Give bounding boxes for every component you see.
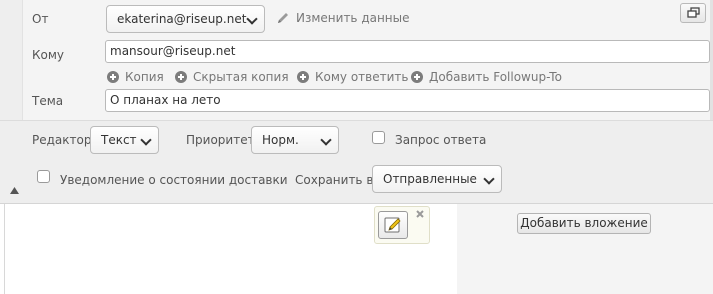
delivery-status-checkbox[interactable] bbox=[37, 170, 50, 183]
to-label: Кому bbox=[32, 48, 65, 62]
collapse-options-icon[interactable] bbox=[10, 183, 19, 194]
edit-identity-link[interactable]: Изменить данные bbox=[296, 11, 410, 25]
to-field[interactable]: mansour@riseup.net bbox=[105, 40, 710, 63]
return-receipt-label: Запрос ответа bbox=[395, 133, 487, 147]
save-sent-folder-value: Отправленные bbox=[383, 172, 477, 186]
priority-value: Норм. bbox=[262, 133, 299, 147]
priority-label: Приоритет bbox=[186, 133, 255, 147]
spellcheck-button[interactable] bbox=[378, 211, 408, 239]
add-followupto-link[interactable]: Добавить Followup-To bbox=[429, 70, 562, 84]
add-bcc-icon[interactable] bbox=[175, 71, 187, 83]
popout-window-button[interactable] bbox=[680, 3, 706, 23]
delivery-status-label: Уведомление о состоянии доставки bbox=[60, 173, 288, 187]
add-replyto-link[interactable]: Кому ответить bbox=[315, 70, 408, 84]
editor-label: Редактор bbox=[32, 133, 92, 147]
close-icon[interactable] bbox=[415, 208, 425, 218]
chevron-down-icon bbox=[246, 13, 258, 25]
from-identity-value: ekaterina@riseup.net bbox=[117, 12, 247, 26]
subject-label: Тема bbox=[32, 94, 64, 108]
subject-field[interactable]: О планах на лето bbox=[105, 89, 710, 112]
subject-field-value: О планах на лето bbox=[110, 93, 221, 107]
add-replyto-icon[interactable] bbox=[297, 71, 309, 83]
priority-select[interactable]: Норм. bbox=[251, 126, 339, 154]
save-sent-folder-select[interactable]: Отправленные bbox=[372, 165, 502, 193]
editor-toolbar-popup bbox=[374, 206, 430, 244]
add-attachment-button[interactable]: Добавить вложение bbox=[517, 213, 651, 234]
chevron-down-icon bbox=[483, 173, 495, 185]
add-cc-link[interactable]: Копия bbox=[125, 70, 164, 84]
chevron-down-icon bbox=[140, 134, 152, 146]
to-field-value: mansour@riseup.net bbox=[110, 44, 236, 58]
from-label: От bbox=[32, 12, 49, 26]
notepad-pencil-icon bbox=[384, 216, 402, 234]
add-followupto-icon[interactable] bbox=[411, 71, 423, 83]
chevron-down-icon bbox=[320, 134, 332, 146]
add-cc-icon[interactable] bbox=[107, 71, 119, 83]
windows-icon bbox=[687, 7, 700, 19]
pencil-icon[interactable] bbox=[276, 11, 290, 25]
editor-select[interactable]: Текст bbox=[90, 126, 159, 154]
editor-value: Текст bbox=[101, 133, 137, 147]
return-receipt-checkbox[interactable] bbox=[372, 131, 385, 144]
from-identity-select[interactable]: ekaterina@riseup.net bbox=[106, 5, 265, 33]
save-sent-label: Сохранить в bbox=[295, 173, 374, 187]
add-bcc-link[interactable]: Скрытая копия bbox=[193, 70, 289, 84]
